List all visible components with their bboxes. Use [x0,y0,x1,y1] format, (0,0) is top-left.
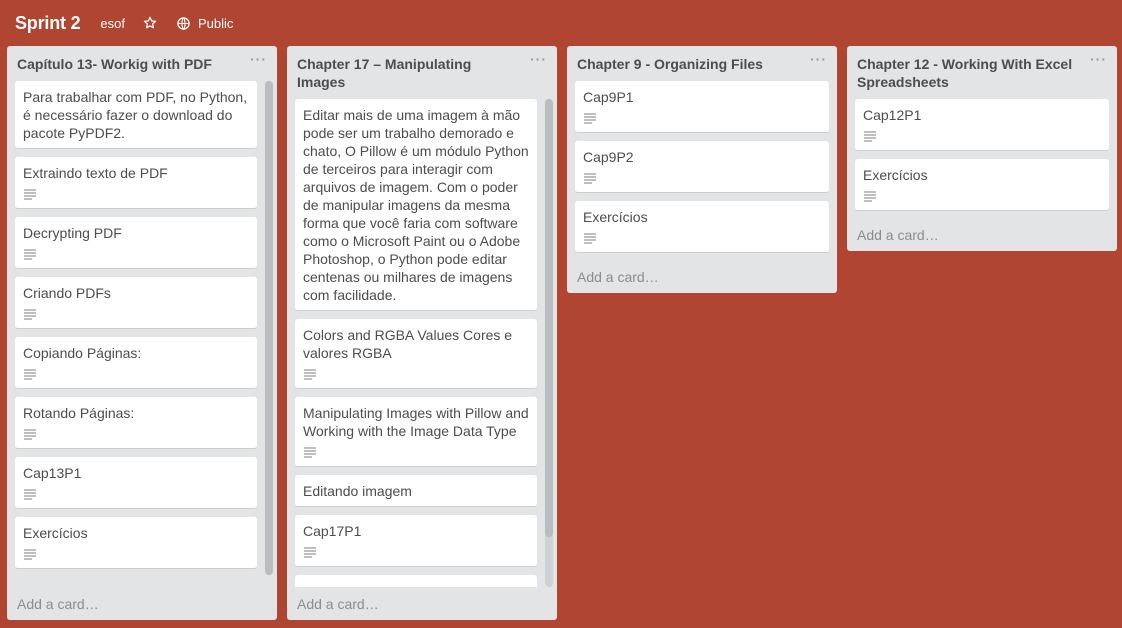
card-list: Para trabalhar com PDF, no Python, é nec… [7,81,277,587]
card-title: Manipulating Images with Pillow and Work… [303,405,529,439]
visibility-label: Public [198,15,234,31]
list-title[interactable]: Chapter 17 – Manipulating Images [297,56,471,90]
description-icon [24,309,36,320]
globe-icon [177,16,190,30]
card-list: Cap12P1 Exercícios [847,99,1117,211]
description-icon [304,369,316,380]
visibility-button[interactable]: Public [177,16,233,31]
card-title: Editando imagem [303,483,412,499]
card[interactable]: Cap17P1 [295,515,537,567]
card-title: Decrypting PDF [23,225,122,241]
card-title: Exercícios [583,209,648,225]
card-title: Exercícios [23,525,88,541]
card-title: Editar mais de uma imagem à mão pode ser… [303,107,529,303]
description-icon [24,429,36,440]
scrollbar[interactable] [545,99,553,587]
card[interactable]: Exercícios [575,201,829,253]
card-title: Criando PDFs [23,285,111,301]
add-card-button[interactable]: Add a card… [287,588,557,620]
card[interactable]: Editando imagem [295,475,537,507]
card-partial[interactable] [295,575,537,587]
list-title[interactable]: Chapter 9 - Organizing Files [577,56,763,72]
board-header: Sprint 2 esof Public [0,0,1122,46]
card-title: Cap9P2 [583,149,634,165]
card-title: Colors and RGBA Values Cores e valores R… [303,327,513,361]
card-list: Cap9P1 Cap9P2 Exercícios [567,81,837,253]
card-title: Extraindo texto de PDF [23,165,168,181]
card[interactable]: Criando PDFs [15,277,257,329]
description-icon [864,131,876,142]
card[interactable]: Copiando Páginas: [15,337,257,389]
list-header[interactable]: Chapter 17 – Manipulating Images ··· [287,46,557,99]
scrollbar-thumb[interactable] [545,99,553,537]
list-menu-icon[interactable]: ··· [250,50,267,68]
card[interactable]: Editar mais de uma imagem à mão pode ser… [295,99,537,311]
card-title: Cap9P1 [583,89,634,105]
star-icon[interactable] [143,16,157,30]
add-card-button[interactable]: Add a card… [7,588,277,620]
scrollbar-thumb[interactable] [265,81,273,575]
card-title: Exercícios [863,167,928,183]
description-icon [864,191,876,202]
list-title[interactable]: Chapter 12 - Working With Excel Spreadsh… [857,56,1072,90]
card[interactable]: Rotando Páginas: [15,397,257,449]
card[interactable]: Colors and RGBA Values Cores e valores R… [295,319,537,389]
list-menu-icon[interactable]: ··· [810,50,827,68]
description-icon [584,233,596,244]
card[interactable]: Extraindo texto de PDF [15,157,257,209]
card-list: Editar mais de uma imagem à mão pode ser… [287,99,557,587]
list-chapter-9: Chapter 9 - Organizing Files ··· Cap9P1 … [567,46,837,293]
card[interactable]: Cap9P1 [575,81,829,133]
card[interactable]: Exercícios [15,517,257,569]
card-title: Cap17P1 [303,523,362,539]
list-header[interactable]: Chapter 12 - Working With Excel Spreadsh… [847,46,1117,99]
card[interactable]: Exercícios [855,159,1109,211]
list-chapter-12: Chapter 12 - Working With Excel Spreadsh… [847,46,1117,251]
description-icon [24,369,36,380]
description-icon [24,549,36,560]
list-menu-icon[interactable]: ··· [1090,50,1107,68]
description-icon [304,547,316,558]
add-card-button[interactable]: Add a card… [567,261,837,293]
card[interactable]: Cap12P1 [855,99,1109,151]
team-name[interactable]: esof [100,16,125,31]
description-icon [584,173,596,184]
card-title: Cap13P1 [23,465,82,481]
card[interactable]: Cap9P2 [575,141,829,193]
card-title: Cap12P1 [863,107,922,123]
card[interactable]: Para trabalhar com PDF, no Python, é nec… [15,81,257,149]
description-icon [304,447,316,458]
card[interactable]: Manipulating Images with Pillow and Work… [295,397,537,467]
add-card-button[interactable]: Add a card… [847,219,1117,251]
card[interactable]: Cap13P1 [15,457,257,509]
list-title[interactable]: Capítulo 13- Workig with PDF [17,56,212,72]
list-menu-icon[interactable]: ··· [530,50,547,68]
list-chapter-13: Capítulo 13- Workig with PDF ··· Para tr… [7,46,277,620]
list-header[interactable]: Capítulo 13- Workig with PDF ··· [7,46,277,81]
list-header[interactable]: Chapter 9 - Organizing Files ··· [567,46,837,81]
scrollbar[interactable] [265,81,273,575]
board-title[interactable]: Sprint 2 [15,13,81,34]
description-icon [24,249,36,260]
description-icon [24,189,36,200]
description-icon [584,113,596,124]
card-title: Para trabalhar com PDF, no Python, é nec… [23,89,248,141]
list-chapter-17: Chapter 17 – Manipulating Images ··· Edi… [287,46,557,620]
card-title: Rotando Páginas: [23,405,135,421]
description-icon [24,489,36,500]
card-title: Copiando Páginas: [23,345,142,361]
card[interactable]: Decrypting PDF [15,217,257,269]
